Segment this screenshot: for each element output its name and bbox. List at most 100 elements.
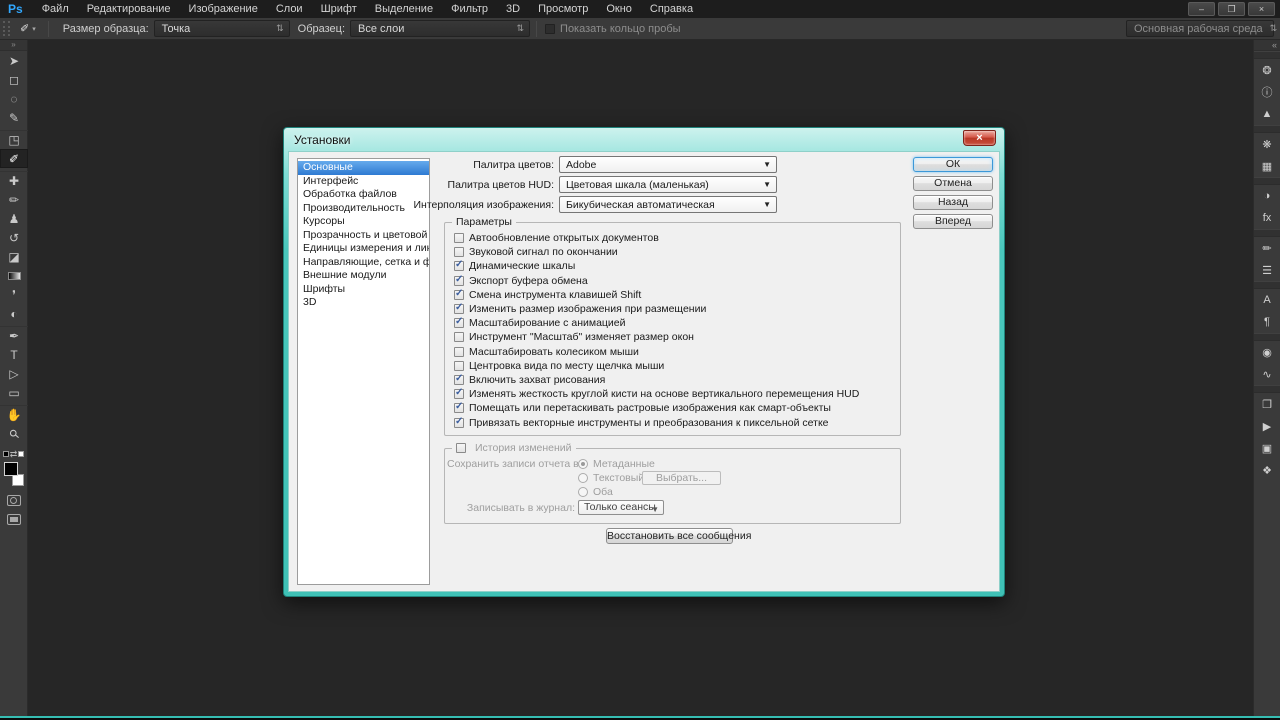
navigator-panel-icon[interactable]: ❂ bbox=[1254, 59, 1280, 81]
crop-tool[interactable]: ◳ bbox=[0, 130, 28, 149]
pen-tool[interactable]: ✒ bbox=[0, 326, 28, 345]
quick-mask-button[interactable] bbox=[7, 495, 21, 506]
swatches-panel-icon[interactable]: ▦ bbox=[1254, 155, 1280, 177]
option-checkbox[interactable] bbox=[454, 375, 464, 385]
category-plugins[interactable]: Внешние модули bbox=[298, 269, 429, 283]
hud-color-picker-select[interactable]: Цветовая шкала (маленькая)▼ bbox=[559, 176, 777, 193]
brush-presets-panel-icon[interactable]: ☰ bbox=[1254, 259, 1280, 281]
dialog-close-button[interactable]: × bbox=[963, 130, 996, 146]
menu-edit[interactable]: Редактирование bbox=[78, 0, 180, 18]
color-panel-icon[interactable]: ❋ bbox=[1254, 133, 1280, 155]
character-panel-icon[interactable]: A bbox=[1254, 289, 1280, 311]
tools-panel-collapse[interactable]: » bbox=[0, 40, 27, 51]
menu-3d[interactable]: 3D bbox=[497, 0, 529, 18]
option-checkbox[interactable] bbox=[454, 347, 464, 357]
3d-panel-icon[interactable]: ◉ bbox=[1254, 341, 1280, 363]
swap-colors-icon[interactable]: ⇄ bbox=[0, 448, 27, 460]
prev-button[interactable]: Назад bbox=[913, 195, 993, 210]
eyedropper-tool[interactable]: ✐ bbox=[0, 149, 28, 168]
blur-tool[interactable]: ❜ bbox=[0, 285, 28, 304]
history-brush-tool[interactable]: ↺ bbox=[0, 228, 28, 247]
category-3d[interactable]: 3D bbox=[298, 296, 429, 310]
panel-dock-collapse[interactable]: « bbox=[1254, 40, 1280, 51]
option-checkbox[interactable] bbox=[454, 318, 464, 328]
image-interpolation-select[interactable]: Бикубическая автоматическая▼ bbox=[559, 196, 777, 213]
category-units[interactable]: Единицы измерения и линейки bbox=[298, 242, 429, 256]
menu-window[interactable]: Окно bbox=[597, 0, 641, 18]
hand-tool[interactable]: ✋ bbox=[0, 405, 28, 424]
path-selection-tool[interactable]: ▷ bbox=[0, 364, 28, 383]
channels-panel-icon[interactable]: ❖ bbox=[1254, 459, 1280, 481]
option-checkbox[interactable] bbox=[454, 304, 464, 314]
lasso-tool[interactable]: ◌ bbox=[0, 89, 28, 108]
healing-brush-tool[interactable]: ✚ bbox=[0, 171, 28, 190]
save-log-radio[interactable] bbox=[578, 473, 588, 483]
category-type[interactable]: Шрифты bbox=[298, 283, 429, 297]
save-log-radio[interactable] bbox=[578, 487, 588, 497]
menu-layers[interactable]: Слои bbox=[267, 0, 312, 18]
screen-mode-button[interactable] bbox=[7, 514, 21, 525]
histogram-panel-icon[interactable]: ▲ bbox=[1254, 103, 1280, 125]
styles-panel-icon[interactable]: fx bbox=[1254, 207, 1280, 229]
history-panel-icon[interactable]: ❐ bbox=[1254, 393, 1280, 415]
marquee-tool[interactable]: ◻ bbox=[0, 70, 28, 89]
dodge-tool[interactable]: ◐ bbox=[0, 304, 28, 323]
option-checkbox[interactable] bbox=[454, 418, 464, 428]
menu-type[interactable]: Шрифт bbox=[312, 0, 366, 18]
option-checkbox[interactable] bbox=[454, 403, 464, 413]
zoom-tool[interactable]: ⚲ bbox=[0, 424, 28, 443]
dialog-titlebar[interactable]: Установки bbox=[288, 128, 1000, 151]
choose-file-button[interactable]: Выбрать... bbox=[642, 471, 721, 485]
menu-file[interactable]: Файл bbox=[33, 0, 78, 18]
history-log-checkbox[interactable] bbox=[456, 443, 466, 453]
quick-selection-tool[interactable]: ✎ bbox=[0, 108, 28, 127]
brush-panel-icon[interactable]: ✏ bbox=[1254, 237, 1280, 259]
sample-select[interactable]: Все слои ⇅ bbox=[350, 20, 530, 37]
category-guides[interactable]: Направляющие, сетка и фрагменты bbox=[298, 256, 429, 270]
reset-all-warnings-button[interactable]: Восстановить все сообщения bbox=[606, 528, 733, 544]
move-tool[interactable]: ➤ bbox=[0, 51, 28, 70]
clone-stamp-tool[interactable]: ♟ bbox=[0, 209, 28, 228]
log-items-select[interactable]: Только сеансы ▼ bbox=[578, 500, 664, 515]
option-checkbox[interactable] bbox=[454, 247, 464, 257]
sample-size-select[interactable]: Точка ⇅ bbox=[154, 20, 290, 37]
menu-help[interactable]: Справка bbox=[641, 0, 702, 18]
actions-panel-icon[interactable]: ▶ bbox=[1254, 415, 1280, 437]
save-log-radio[interactable] bbox=[578, 459, 588, 469]
show-sampling-ring-checkbox[interactable] bbox=[545, 24, 555, 34]
menu-select[interactable]: Выделение bbox=[366, 0, 442, 18]
brush-tool[interactable]: ✏ bbox=[0, 190, 28, 209]
option-checkbox[interactable] bbox=[454, 361, 464, 371]
close-button[interactable]: × bbox=[1248, 2, 1275, 16]
info-panel-icon[interactable]: ⓘ bbox=[1254, 81, 1280, 103]
gradient-tool[interactable] bbox=[0, 266, 28, 285]
option-checkbox[interactable] bbox=[454, 261, 464, 271]
option-checkbox[interactable] bbox=[454, 276, 464, 286]
tool-preset-picker[interactable]: ✐ ▾ bbox=[14, 22, 42, 35]
next-button[interactable]: Вперед bbox=[913, 214, 993, 229]
paths-panel-icon[interactable]: ∿ bbox=[1254, 363, 1280, 385]
minimize-button[interactable]: – bbox=[1188, 2, 1215, 16]
category-transparency[interactable]: Прозрачность и цветовой охват bbox=[298, 229, 429, 243]
option-checkbox[interactable] bbox=[454, 332, 464, 342]
option-checkbox[interactable] bbox=[454, 290, 464, 300]
category-cursors[interactable]: Курсоры bbox=[298, 215, 429, 229]
option-checkbox[interactable] bbox=[454, 389, 464, 399]
layers-panel-icon[interactable]: ▣ bbox=[1254, 437, 1280, 459]
cancel-button[interactable]: Отмена bbox=[913, 176, 993, 191]
option-checkbox[interactable] bbox=[454, 233, 464, 243]
adjustments-panel-icon[interactable]: ◑ bbox=[1254, 185, 1280, 207]
eraser-tool[interactable]: ◪ bbox=[0, 247, 28, 266]
type-tool[interactable]: T bbox=[0, 345, 28, 364]
color-picker-select[interactable]: Adobe▼ bbox=[559, 156, 777, 173]
menu-filter[interactable]: Фильтр bbox=[442, 0, 497, 18]
options-bar-grip[interactable] bbox=[3, 21, 10, 36]
menu-view[interactable]: Просмотр bbox=[529, 0, 597, 18]
restore-button[interactable]: ❐ bbox=[1218, 2, 1245, 16]
ok-button[interactable]: ОК bbox=[913, 157, 993, 172]
foreground-color-swatch[interactable] bbox=[4, 462, 18, 476]
workspace-select[interactable]: Основная рабочая среда ⇅ bbox=[1126, 20, 1274, 37]
menu-image[interactable]: Изображение bbox=[180, 0, 267, 18]
paragraph-panel-icon[interactable]: ¶ bbox=[1254, 311, 1280, 333]
shape-tool[interactable]: ▭ bbox=[0, 383, 28, 402]
